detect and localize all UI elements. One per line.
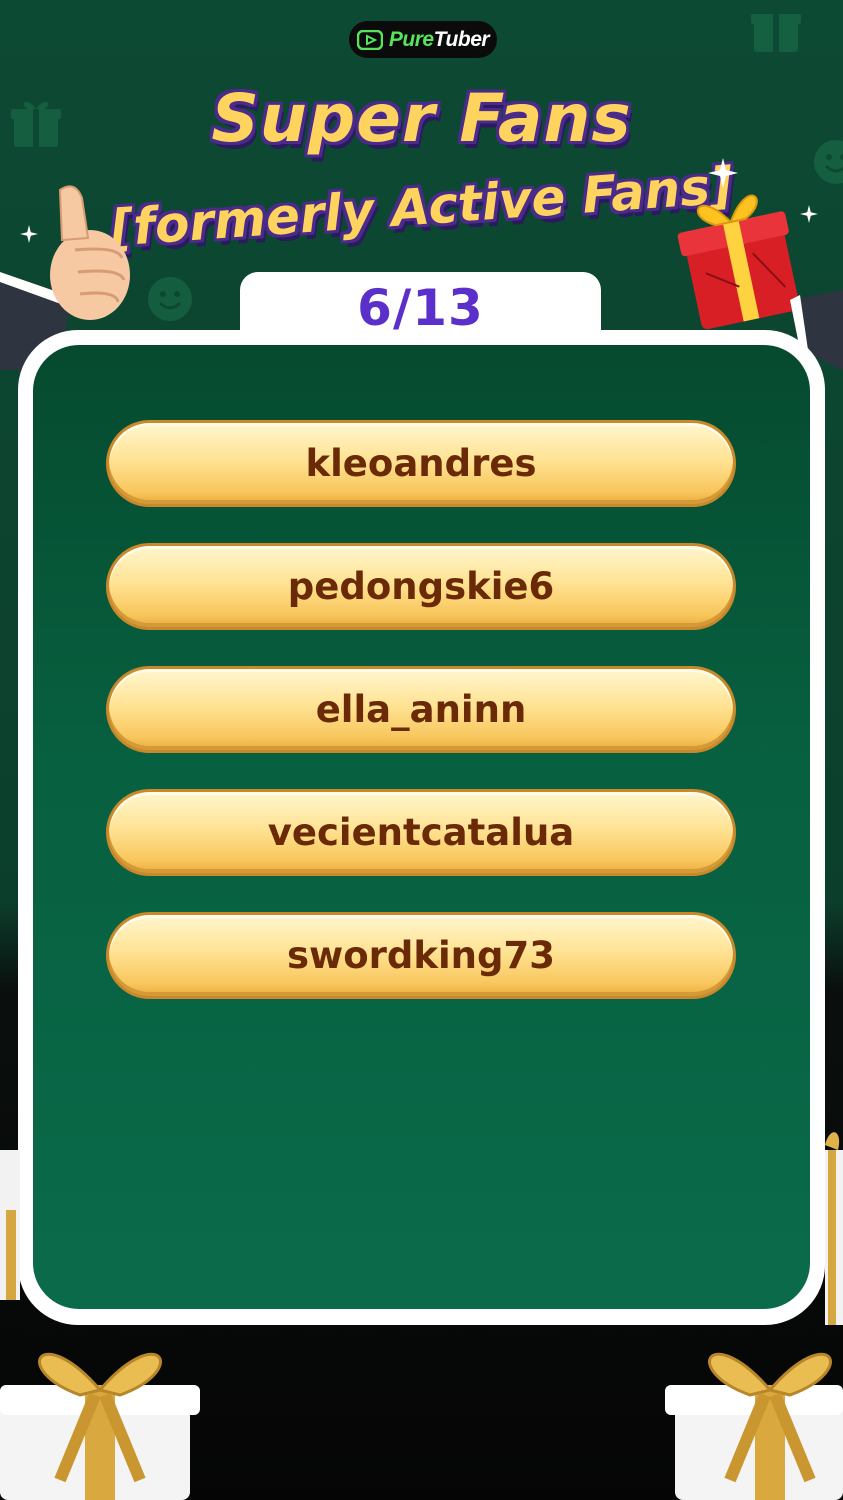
logo-text-tuber: Tuber [433, 27, 490, 51]
fan-name: kleoandres [305, 442, 537, 485]
sparkle-icon [20, 225, 38, 243]
page-counter-tab: 6/13 [240, 272, 601, 344]
smile-pattern-icon [146, 275, 194, 323]
fan-name: vecientcatalua [267, 811, 575, 854]
fan-list: kleoandres pedongskie6 ella_aninn vecien… [106, 420, 736, 1035]
fan-name: ella_aninn [315, 688, 527, 731]
play-icon [356, 29, 383, 50]
fan-item[interactable]: ella_aninn [106, 666, 736, 753]
logo-text-pure: Pure [388, 27, 434, 51]
gift-box-icon [0, 1330, 210, 1500]
page-counter: 6/13 [357, 279, 484, 337]
app-logo: PureTuber [349, 21, 497, 58]
fan-item[interactable]: kleoandres [106, 420, 736, 507]
fan-name: pedongskie6 [287, 565, 555, 608]
page-title: Super Fans [211, 80, 632, 157]
gift-box-icon [655, 1330, 843, 1500]
fan-name: swordking73 [287, 934, 555, 977]
fan-item[interactable]: vecientcatalua [106, 789, 736, 876]
gift-box-icon [820, 1125, 843, 1329]
fan-item[interactable]: swordking73 [106, 912, 736, 999]
fan-item[interactable]: pedongskie6 [106, 543, 736, 630]
gift-box-icon [0, 1150, 20, 1304]
gift-pattern-icon [748, 0, 804, 56]
